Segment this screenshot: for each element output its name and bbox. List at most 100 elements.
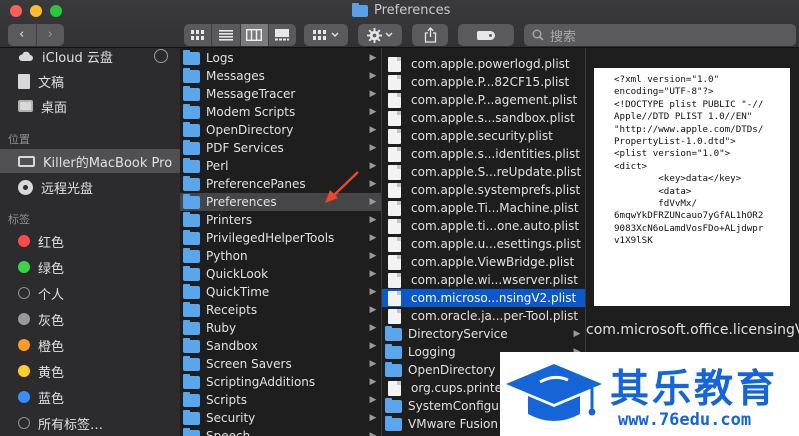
file-row[interactable]: com.apple.wi...wserver.plist [382, 271, 585, 289]
file-icon [388, 218, 401, 234]
sidebar-item-remote-disc[interactable]: 远程光盘 [0, 175, 180, 199]
chevron-right-icon: ▶ [369, 161, 377, 171]
file-name: com.apple.P...82CF15.plist [411, 75, 570, 89]
file-icon [388, 272, 401, 288]
folder-icon [183, 373, 200, 389]
folder-icon [183, 283, 200, 299]
chevron-right-icon: ▶ [369, 215, 377, 225]
tag-color-dot-icon [18, 391, 30, 403]
folder-icon [183, 175, 200, 191]
file-row[interactable]: com.apple.s...sandbox.plist [382, 109, 585, 127]
folder-row[interactable]: Scripts ▶ [180, 391, 381, 409]
file-row[interactable]: com.apple.S...reUpdate.plist [382, 163, 585, 181]
action-menu-button[interactable] [358, 24, 402, 46]
chevron-right-icon: ▶ [369, 269, 377, 279]
folder-row[interactable]: Screen Savers ▶ [180, 355, 381, 373]
forward-button[interactable]: › [35, 24, 65, 46]
file-icon [388, 110, 401, 126]
sidebar-tag-4[interactable]: 橙色 [0, 333, 180, 357]
file-name: com.apple.Ti...Machine.plist [411, 201, 579, 215]
zoom-window-button[interactable] [50, 5, 62, 17]
sidebar-item-label: 红色 [38, 235, 65, 251]
sidebar-item-desktop[interactable]: 桌面 [0, 94, 180, 118]
chevron-right-icon: ▶ [369, 251, 377, 261]
sidebar-tag-3[interactable]: 灰色 [0, 307, 180, 331]
watermark-logo: 其乐教育 www.76edu.com [500, 352, 799, 436]
folder-row[interactable]: Messages ▶ [180, 67, 381, 85]
folder-icon [183, 301, 200, 317]
file-icon [388, 164, 401, 180]
edit-tags-button[interactable] [458, 24, 514, 46]
grid-icon [190, 29, 204, 40]
chevron-right-icon: ▶ [369, 431, 377, 436]
file-row[interactable]: com.apple.ViewBridge.plist [382, 253, 585, 271]
back-button[interactable]: ‹ [8, 24, 36, 46]
column-view-button[interactable] [240, 24, 269, 46]
folder-row[interactable]: Logs ▶ [180, 49, 381, 67]
sidebar-item-label: 远程光盘 [41, 181, 94, 197]
file-row[interactable]: com.oracle.ja...per-Tool.plist [382, 307, 585, 325]
graduation-cap-icon [506, 364, 602, 421]
folder-name: Modem Scripts [206, 105, 296, 119]
view-mode-selector [184, 24, 296, 46]
group-by-button[interactable] [304, 24, 348, 46]
gallery-view-button[interactable] [269, 24, 296, 46]
file-row[interactable]: com.apple.security.plist [382, 127, 585, 145]
folder-row[interactable]: DirectoryService ▶ [382, 325, 585, 343]
close-window-button[interactable] [10, 5, 22, 17]
folder-row[interactable]: Security ▶ [180, 409, 381, 427]
file-row[interactable]: com.apple.ti...one.auto.plist [382, 217, 585, 235]
tag-color-dot-icon [18, 235, 30, 247]
sidebar-tag-1[interactable]: 绿色 [0, 255, 180, 279]
folder-row[interactable]: PrivilegedHelperTools ▶ [180, 229, 381, 247]
folder-row[interactable]: OpenDirectory ▶ [180, 121, 381, 139]
file-row[interactable]: com.apple.P...82CF15.plist [382, 73, 585, 91]
chevron-right-icon: ▶ [369, 233, 377, 243]
file-row[interactable]: com.apple.s...identities.plist [382, 145, 585, 163]
file-row[interactable]: com.apple.u...esettings.plist [382, 235, 585, 253]
folder-row[interactable]: Receipts ▶ [180, 301, 381, 319]
chevron-right-icon: ▶ [369, 125, 377, 135]
sidebar-tag-2[interactable]: 个人 [0, 281, 180, 305]
folder-row[interactable]: ScriptingAdditions ▶ [180, 373, 381, 391]
sidebar-tag-6[interactable]: 蓝色 [0, 385, 180, 409]
sidebar-item-icloud[interactable]: iCloud 云盘 [0, 48, 180, 68]
sidebar-tag-5[interactable]: 黄色 [0, 359, 180, 383]
chevron-right-icon: ▶ [369, 413, 377, 423]
file-row[interactable]: com.apple.systemprefs.plist [382, 181, 585, 199]
folder-icon [385, 415, 402, 431]
folder-row[interactable]: Modem Scripts ▶ [180, 103, 381, 121]
folder-row[interactable]: QuickLook ▶ [180, 265, 381, 283]
folder-row[interactable]: Ruby ▶ [180, 319, 381, 337]
sidebar-tag-7[interactable]: 所有标签… [0, 411, 180, 435]
file-row[interactable]: com.microso...nsingV2.plist [382, 289, 585, 307]
tag-color-dot-icon [18, 261, 30, 273]
minimize-window-button[interactable] [30, 5, 42, 17]
file-name: com.apple.systemprefs.plist [411, 183, 581, 197]
file-row[interactable]: com.apple.Ti...Machine.plist [382, 199, 585, 217]
chevron-right-icon: ▶ [369, 107, 377, 117]
sidebar-item-documents[interactable]: 文稿 [0, 69, 180, 93]
share-button[interactable] [412, 24, 448, 46]
sidebar-item-macbook[interactable]: Killer的MacBook Pro [0, 149, 180, 173]
folder-icon [385, 325, 402, 341]
search-field[interactable]: 搜索 [524, 24, 796, 46]
icon-view-button[interactable] [184, 24, 213, 46]
folder-icon [385, 343, 402, 359]
folder-row[interactable]: Python ▶ [180, 247, 381, 265]
folder-name: QuickLook [206, 267, 269, 281]
chevron-right-icon: ▶ [369, 89, 377, 99]
file-row[interactable]: com.apple.P...agement.plist [382, 91, 585, 109]
folder-row[interactable]: Speech ▶ [180, 427, 381, 436]
folder-row[interactable]: Printers ▶ [180, 211, 381, 229]
file-row[interactable]: com.apple.powerlogd.plist [382, 55, 585, 73]
tag-color-dot-icon [18, 287, 30, 299]
sidebar-tag-0[interactable]: 红色 [0, 229, 180, 253]
chevron-right-icon: ▶ [369, 287, 377, 297]
folder-row[interactable]: Sandbox ▶ [180, 337, 381, 355]
plist-preview: <?xml version="1.0" encoding="UTF-8"?> <… [594, 68, 790, 306]
folder-row[interactable]: QuickTime ▶ [180, 283, 381, 301]
folder-row[interactable]: MessageTracer ▶ [180, 85, 381, 103]
folder-row[interactable]: PDF Services ▶ [180, 139, 381, 157]
list-view-button[interactable] [212, 24, 241, 46]
